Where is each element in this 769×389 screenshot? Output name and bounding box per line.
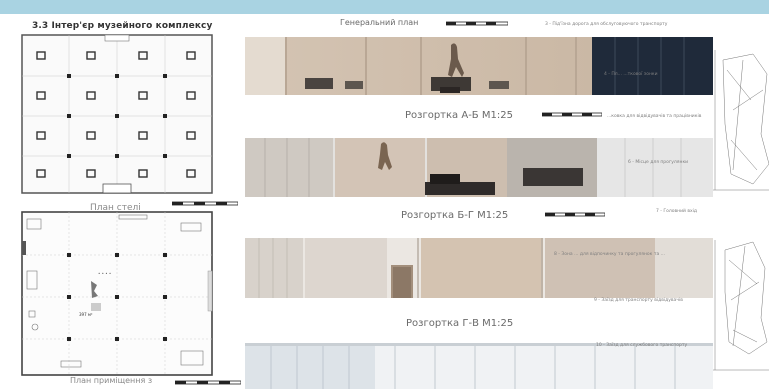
elevation-render-1 — [245, 37, 713, 95]
elevation-scale-bar-2 — [545, 211, 605, 219]
elevation-title-3: Розгортка Г-В М1:25 — [406, 318, 514, 329]
elevation-title-2: Розгортка Б-Г М1:25 — [401, 210, 509, 221]
elevation-render-4 — [245, 343, 713, 389]
legend-item-10: 10 - Заїзд для службового транспорту — [596, 343, 688, 348]
detail-drawings — [713, 50, 769, 380]
ceiling-plan-scale-bar — [172, 200, 238, 208]
elevation-title-1: Розгортка А-Б М1:25 — [405, 110, 513, 121]
sheet-title: 3.3 Інтер'єр музейного комплексу — [32, 21, 213, 31]
legend-item-9: 9 - Заїзд для транспорту відвідувачів — [594, 298, 683, 303]
header-band — [0, 0, 769, 14]
legend-item-4: 4 - Пл... ...ткової зонки — [604, 72, 658, 77]
legend-item-6: 6 - Місце для прогулянки — [628, 160, 689, 165]
elevation-scale-bar-1 — [542, 111, 602, 119]
elevation-render-3 — [245, 238, 713, 298]
master-plan-title: Генеральний план — [340, 18, 419, 27]
floor-plan-dots: • • • • — [98, 271, 112, 276]
floor-plan-area: 397 м² — [79, 312, 93, 317]
ceiling-plan-drawing — [21, 34, 213, 194]
floor-plan-drawing — [21, 211, 213, 376]
floor-plan-scale-bar — [175, 379, 241, 387]
legend-item-5: ...ковка для відвідувачів та працівників — [607, 114, 702, 119]
floor-plan-caption: План приміщення з — [70, 376, 153, 385]
legend-item-3: 3 - Під'їзна дорога для обслуговуючого т… — [545, 22, 668, 27]
elevation-render-2 — [245, 138, 713, 197]
legend-item-7: 7 - Головний вхід — [656, 209, 698, 214]
legend-item-8: 8 - Зона ... для відпочинку та прогуляно… — [554, 252, 665, 257]
scale-bar — [446, 20, 508, 28]
